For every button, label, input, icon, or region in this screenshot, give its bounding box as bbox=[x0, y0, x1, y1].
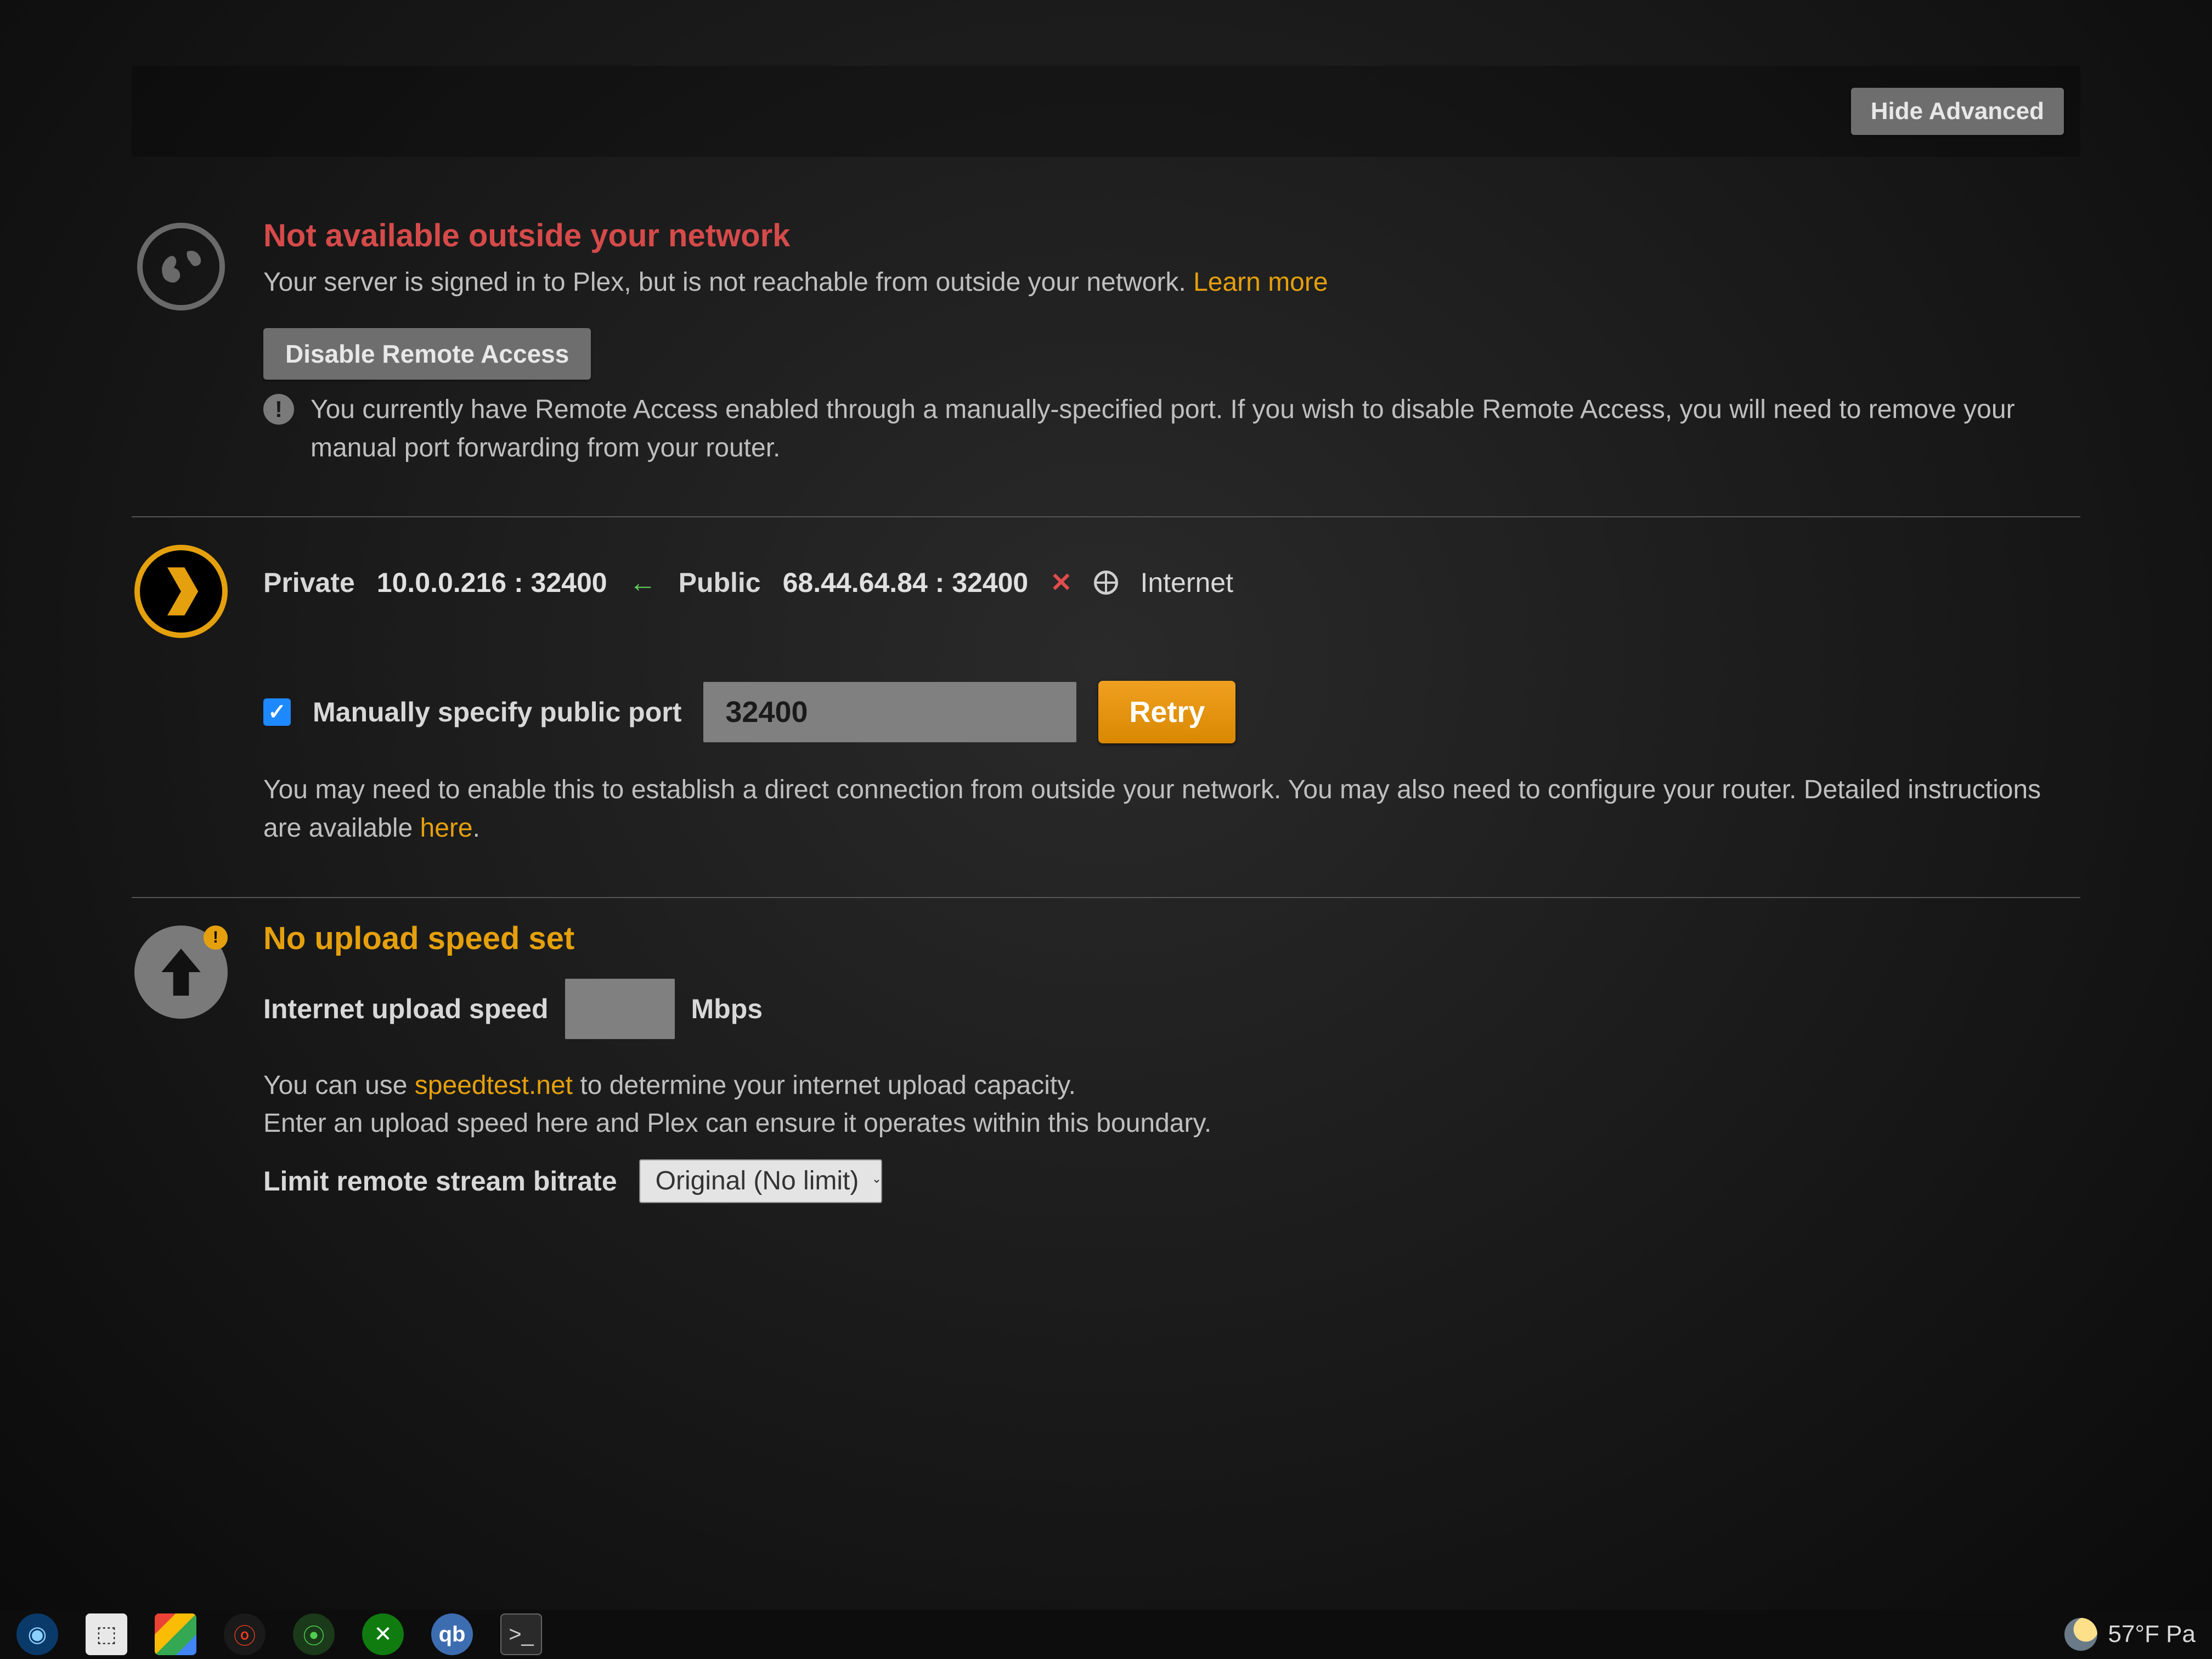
taskbar-chrome-icon[interactable] bbox=[155, 1613, 196, 1655]
upload-speed-input[interactable] bbox=[565, 979, 675, 1039]
info-icon: ! bbox=[263, 394, 294, 425]
taskbar-utorrent-icon[interactable]: ⦿ bbox=[293, 1613, 335, 1655]
here-link[interactable]: here bbox=[420, 814, 473, 843]
taskbar-icon-1[interactable]: ◉ bbox=[16, 1613, 58, 1655]
top-bar: Hide Advanced bbox=[132, 66, 2080, 157]
port-helper-suffix: . bbox=[473, 814, 480, 843]
private-ip: 10.0.0.216 : 32400 bbox=[377, 567, 607, 599]
manual-port-checkbox[interactable]: ✓ bbox=[263, 698, 291, 726]
status-title: Not available outside your network bbox=[263, 217, 2080, 254]
internet-label: Internet bbox=[1140, 567, 1233, 599]
status-desc-text: Your server is signed in to Plex, but is… bbox=[263, 268, 1193, 297]
upload-title: No upload speed set bbox=[263, 920, 2080, 957]
internet-globe-icon bbox=[1094, 571, 1118, 595]
arrow-left-icon: ← bbox=[629, 567, 657, 599]
upload-speed-section: ! No upload speed set Internet upload sp… bbox=[132, 898, 2080, 1252]
globe-icon bbox=[137, 223, 225, 311]
public-label: Public bbox=[679, 567, 761, 599]
upload-helper-2: Enter an upload speed here and Plex can … bbox=[263, 1104, 2080, 1143]
upload-helper-1: You can use speedtest.net to determine y… bbox=[263, 1066, 2080, 1105]
remote-access-status-section: Not available outside your network Your … bbox=[132, 195, 2080, 517]
public-port-input[interactable] bbox=[703, 682, 1076, 742]
learn-more-link[interactable]: Learn more bbox=[1193, 268, 1328, 297]
taskbar-terminal-icon[interactable]: >_ bbox=[500, 1613, 542, 1655]
retry-button[interactable]: Retry bbox=[1098, 681, 1235, 743]
taskbar-icon-4[interactable]: ⓞ bbox=[224, 1613, 266, 1655]
private-label: Private bbox=[263, 567, 355, 599]
upload-speed-row: Internet upload speed Mbps bbox=[263, 979, 2080, 1039]
upload-speed-unit: Mbps bbox=[691, 993, 763, 1025]
bitrate-select[interactable]: Original (No limit) bbox=[639, 1159, 882, 1203]
bitrate-row: Limit remote stream bitrate Original (No… bbox=[263, 1159, 2080, 1203]
speedtest-link[interactable]: speedtest.net bbox=[415, 1071, 573, 1100]
info-text: You currently have Remote Access enabled… bbox=[311, 391, 2080, 467]
bitrate-label: Limit remote stream bitrate bbox=[263, 1165, 617, 1197]
plex-icon bbox=[134, 545, 228, 638]
manual-port-label: Manually specify public port bbox=[313, 696, 681, 728]
status-description: Your server is signed in to Plex, but is… bbox=[263, 264, 2080, 301]
taskbar: ◉ ⬚ ⓞ ⦿ ✕ qb >_ 57°F Pa bbox=[0, 1610, 2212, 1659]
taskbar-qbittorrent-icon[interactable]: qb bbox=[431, 1613, 473, 1655]
taskbar-icon-2[interactable]: ⬚ bbox=[86, 1613, 127, 1655]
port-helper-prefix: You may need to enable this to establish… bbox=[263, 775, 2041, 843]
x-mark-icon: ✕ bbox=[1050, 567, 1072, 598]
public-ip: 68.44.64.84 : 32400 bbox=[783, 567, 1029, 599]
port-helper-text: You may need to enable this to establish… bbox=[263, 771, 2080, 847]
hide-advanced-button[interactable]: Hide Advanced bbox=[1851, 88, 2064, 135]
connection-section: Private 10.0.0.216 : 32400 ← Public 68.4… bbox=[132, 517, 2080, 898]
taskbar-right: 57°F Pa bbox=[2064, 1618, 2196, 1651]
warning-badge-icon: ! bbox=[204, 926, 228, 950]
weather-text[interactable]: 57°F Pa bbox=[2108, 1621, 2196, 1648]
ip-status-line: Private 10.0.0.216 : 32400 ← Public 68.4… bbox=[263, 539, 2080, 599]
upload-icon: ! bbox=[134, 926, 228, 1019]
weather-icon bbox=[2064, 1618, 2097, 1651]
upload-help1-suffix: to determine your internet upload capaci… bbox=[573, 1071, 1076, 1100]
manual-port-row: ✓ Manually specify public port Retry bbox=[263, 681, 2080, 743]
upload-speed-label: Internet upload speed bbox=[263, 993, 549, 1025]
upload-help1-prefix: You can use bbox=[263, 1071, 415, 1100]
disable-remote-access-button[interactable]: Disable Remote Access bbox=[263, 328, 591, 380]
taskbar-xbox-icon[interactable]: ✕ bbox=[362, 1613, 404, 1655]
